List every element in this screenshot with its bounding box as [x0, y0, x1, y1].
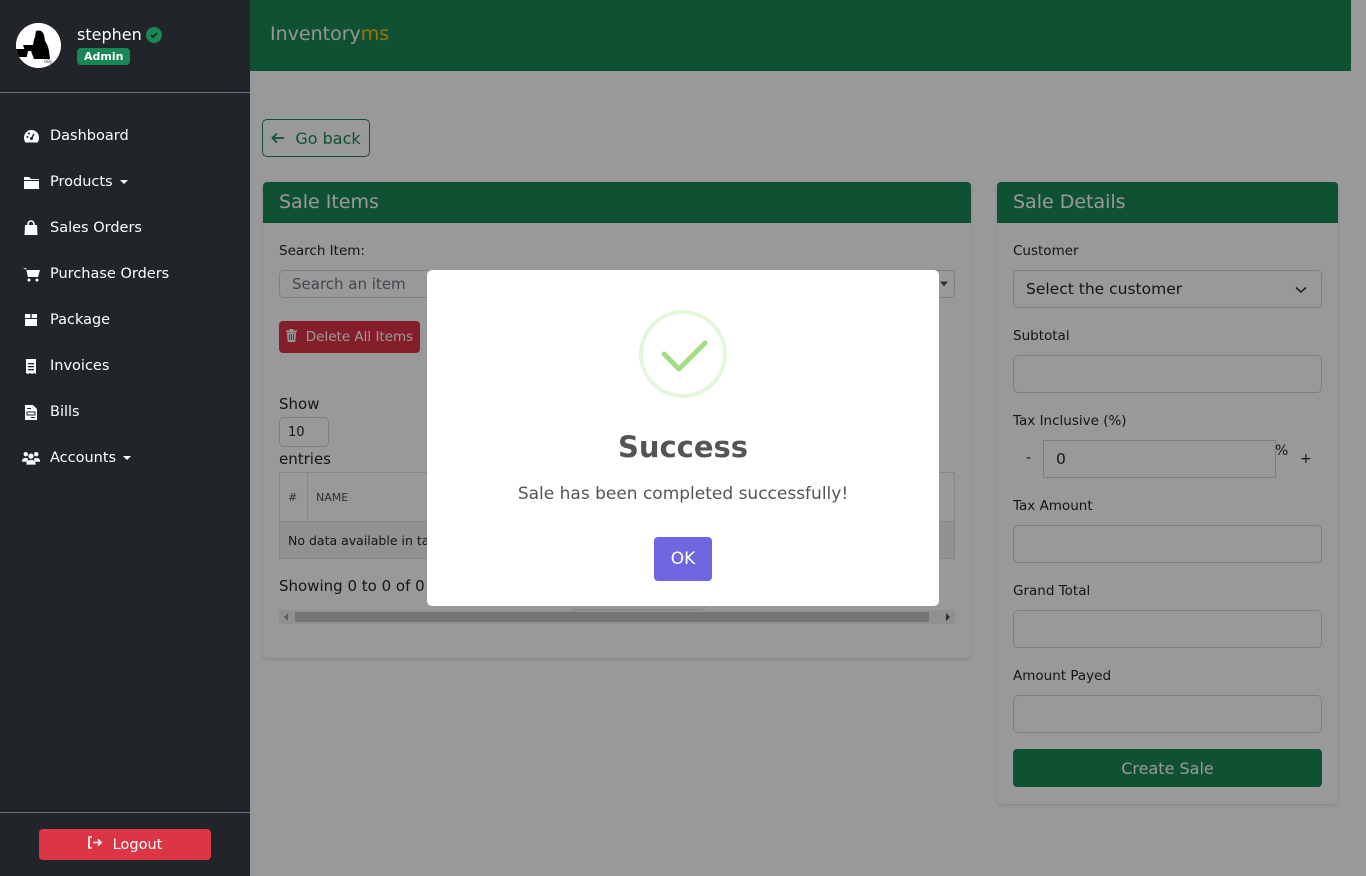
sidebar-nav: Dashboard Products Sales Orders Purchase… [0, 93, 250, 481]
logout-label: Logout [112, 836, 163, 853]
ok-button[interactable]: OK [654, 537, 712, 581]
dialog-title: Success [617, 430, 749, 464]
success-check-icon [661, 340, 708, 372]
sidebar-item-dashboard[interactable]: Dashboard [0, 113, 250, 159]
sidebar-item-label: Purchase Orders [50, 266, 170, 282]
sidebar-item-label: Dashboard [50, 128, 129, 144]
sidebar-item-purchase-orders[interactable]: Purchase Orders [0, 251, 250, 297]
folder-icon [22, 174, 40, 190]
logout-icon [87, 836, 103, 853]
users-icon [22, 450, 40, 466]
receipt-icon [22, 358, 40, 374]
cart-icon [22, 266, 40, 282]
sidebar-item-label: Invoices [50, 358, 110, 374]
sidebar-item-bills[interactable]: Bills [0, 389, 250, 435]
box-icon [22, 312, 40, 328]
user-name-text: stephen [77, 25, 142, 44]
svg-text:OBy: OBy [44, 59, 53, 64]
sidebar-item-package[interactable]: Package [0, 297, 250, 343]
sidebar: OBy stephen Admin Dashboard Products Sal… [0, 0, 250, 876]
sidebar-item-label: Package [50, 312, 111, 328]
verified-check-icon [145, 26, 162, 43]
sidebar-item-products[interactable]: Products [0, 159, 250, 205]
sidebar-item-invoices[interactable]: Invoices [0, 343, 250, 389]
user-name: stephen [77, 25, 162, 44]
sidebar-item-accounts[interactable]: Accounts [0, 435, 250, 481]
sidebar-item-label: Sales Orders [50, 220, 142, 236]
shopping-bag-icon [22, 220, 40, 236]
sidebar-item-label: Bills [50, 404, 80, 420]
file-invoice-icon [22, 404, 40, 420]
success-dialog: Success Sale has been completed successf… [427, 270, 939, 606]
sidebar-item-label: Products [50, 174, 113, 190]
sidebar-item-sales-orders[interactable]: Sales Orders [0, 205, 250, 251]
chevron-down-icon [119, 180, 128, 184]
chevron-down-icon [123, 456, 132, 460]
avatar: OBy [16, 23, 61, 68]
sidebar-footer: Logout [0, 812, 250, 876]
dialog-message: Sale has been completed successfully! [517, 484, 849, 504]
gauge-icon [22, 128, 40, 144]
logout-button[interactable]: Logout [39, 829, 211, 860]
role-badge: Admin [77, 48, 131, 65]
user-profile: OBy stephen Admin [0, 0, 250, 93]
sidebar-item-label: Accounts [50, 450, 117, 466]
